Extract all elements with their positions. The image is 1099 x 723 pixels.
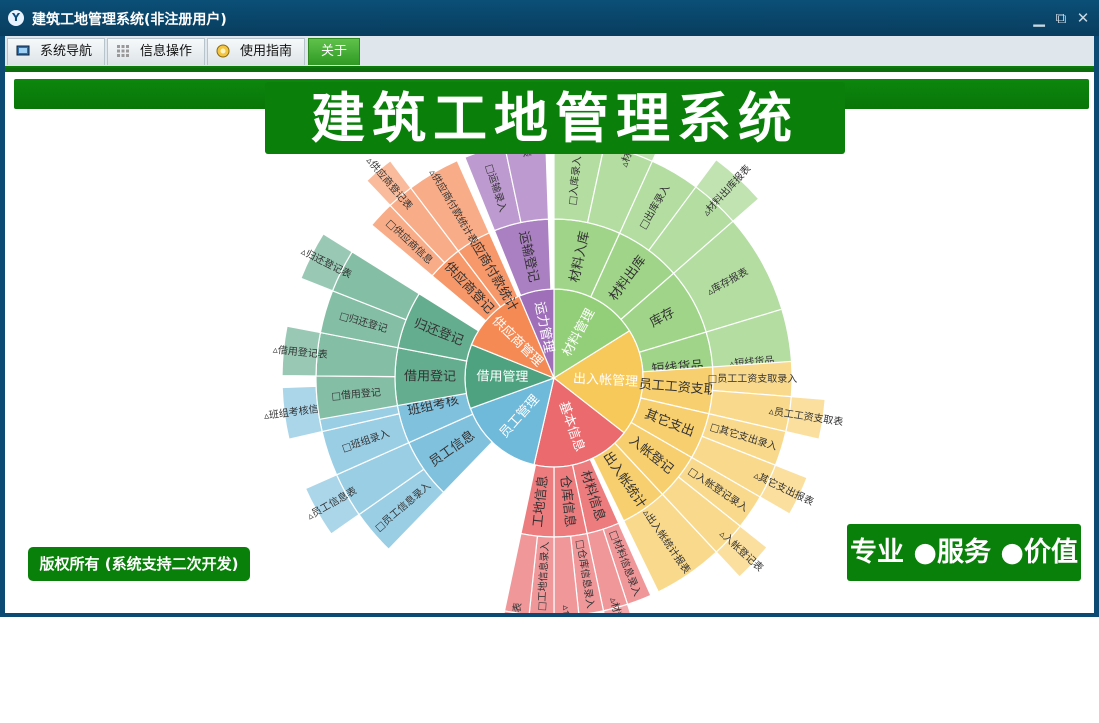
title-bar: Y 建筑工地管理系统(非注册用户) ▁ ⧉ ✕ bbox=[0, 0, 1099, 36]
restore-icon[interactable]: ⧉ bbox=[1052, 9, 1070, 27]
tab-system-nav[interactable]: 系统导航 bbox=[7, 38, 105, 65]
tab-label: 系统导航 bbox=[40, 44, 93, 59]
leaf-label: □员工工资支取录入 bbox=[708, 373, 798, 385]
minimize-icon[interactable]: ▁ bbox=[1030, 9, 1048, 27]
page-title: 建筑工地管理系统 bbox=[265, 82, 845, 154]
tab-label: 信息操作 bbox=[140, 44, 193, 59]
help-icon bbox=[216, 44, 230, 58]
tab-label: 关于 bbox=[321, 44, 348, 59]
main-content: 材料管理材料入库□入库录入▵材料入库报表材料出库□出库录入▵材料出库报表库存▵库… bbox=[5, 68, 1094, 613]
window-title: 建筑工地管理系统(非注册用户) bbox=[32, 12, 227, 28]
tab-label: 使用指南 bbox=[240, 44, 293, 59]
grid-icon bbox=[117, 45, 129, 57]
monitor-icon bbox=[16, 45, 30, 56]
slogan-badge: 专业 ●服务 ●价值 bbox=[847, 524, 1081, 581]
copyright-badge: 版权所有 (系统支持二次开发) bbox=[28, 547, 250, 581]
menu-bar: 系统导航 信息操作 使用指南 关于 bbox=[5, 36, 1094, 68]
tab-about[interactable]: 关于 bbox=[308, 38, 360, 65]
close-icon[interactable]: ✕ bbox=[1074, 9, 1092, 27]
tab-info-ops[interactable]: 信息操作 bbox=[107, 38, 205, 65]
app-window: Y 建筑工地管理系统(非注册用户) ▁ ⧉ ✕ 系统导航 信息操作 使用指南 关… bbox=[0, 0, 1099, 617]
module-label: 借用管理 bbox=[476, 369, 528, 385]
submodule-label: 借用登记 bbox=[404, 369, 456, 384]
app-logo-icon: Y bbox=[8, 10, 24, 26]
tab-user-guide[interactable]: 使用指南 bbox=[207, 38, 305, 65]
